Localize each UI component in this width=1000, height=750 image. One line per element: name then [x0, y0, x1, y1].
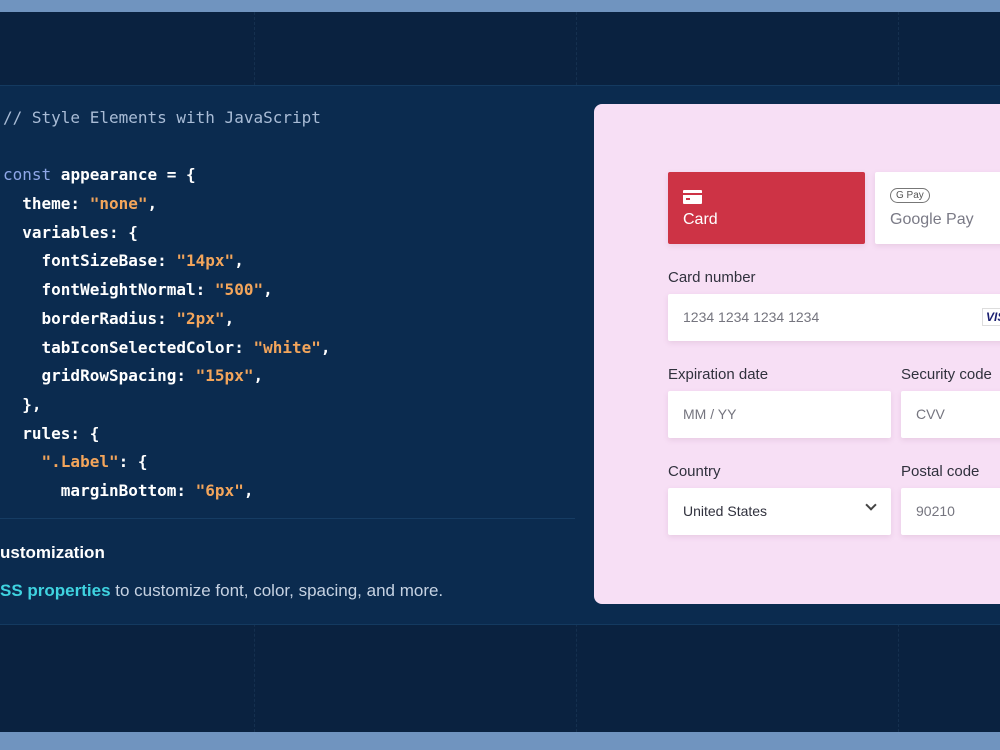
code-token: , [253, 366, 264, 386]
credit-card-icon [683, 190, 702, 204]
code-token: "none" [89, 194, 148, 214]
section-description: SS properties to customize font, color, … [0, 581, 443, 601]
security-code-label: Security code [901, 366, 992, 383]
section-heading: ustomization [0, 543, 105, 562]
code-token: , [320, 337, 331, 357]
expiration-input[interactable]: MM / YY [668, 391, 891, 438]
code-token: gridRowSpacing: [3, 366, 196, 386]
code-token: rules: { [3, 423, 100, 443]
country-select[interactable]: United States [668, 488, 891, 535]
selected-value: United States [683, 503, 768, 519]
code-token: , [224, 308, 235, 328]
code-line: const appearance = { [3, 161, 331, 190]
placeholder: 1234 1234 1234 1234 [683, 309, 820, 325]
tab-google-pay[interactable]: G Pay Google Pay [875, 172, 1000, 244]
tab-card[interactable]: Card [668, 172, 865, 244]
code-token: ".Label" [41, 452, 119, 472]
code-token: const [3, 165, 52, 185]
divider [0, 518, 575, 519]
code-token: , [234, 251, 244, 271]
description-text: to customize font, color, spacing, and m… [110, 581, 444, 600]
code-block: // Style Elements with JavaScript const a… [3, 104, 331, 506]
visa-icon: VISA [981, 308, 1000, 326]
code-line: fontSizeBase: "14px", [3, 247, 331, 276]
code-line: // Style Elements with JavaScript [3, 104, 331, 133]
payment-element: Card G Pay Google Pay Card number 1234 1… [594, 104, 1000, 604]
postal-code-input[interactable]: 90210 [901, 488, 1000, 535]
bottom-band [0, 732, 1000, 750]
code-token: appearance = { [51, 165, 196, 185]
code-token: "6px" [195, 480, 244, 500]
code-token: borderRadius: [3, 308, 177, 328]
code-line: borderRadius: "2px", [3, 305, 331, 334]
code-token: , [243, 480, 254, 500]
code-line: marginBottom: "6px", [3, 477, 331, 506]
code-token: , [147, 194, 158, 214]
code-line: gridRowSpacing: "15px", [3, 362, 331, 391]
code-token: "2px" [176, 308, 225, 328]
code-token: variables: { [3, 222, 138, 242]
top-band [0, 0, 1000, 12]
code-token: fontSizeBase: [3, 251, 177, 271]
card-number-input[interactable]: 1234 1234 1234 1234 VISA [668, 294, 1000, 341]
code-token: tabIconSelectedColor: [3, 337, 254, 357]
code-line: tabIconSelectedColor: "white", [3, 334, 331, 363]
chevron-down-icon [865, 499, 877, 511]
card-number-label: Card number [668, 269, 756, 286]
expiration-label: Expiration date [668, 366, 769, 383]
code-token: marginBottom: [3, 480, 196, 500]
code-token: "14px" [176, 251, 235, 271]
code-token: , [263, 280, 273, 300]
code-line: theme: "none", [3, 190, 331, 219]
security-code-input[interactable]: CVV [901, 391, 1000, 438]
code-token: fontWeightNormal: [3, 280, 215, 300]
code-line: ".Label": { [3, 448, 331, 477]
placeholder: CVV [916, 406, 945, 422]
code-token: "15px" [195, 366, 254, 386]
code-line: }, [3, 391, 331, 420]
code-token: theme: [3, 194, 90, 214]
value: 90210 [916, 503, 955, 519]
placeholder: MM / YY [683, 406, 737, 422]
code-token: "white" [253, 337, 321, 357]
country-label: Country [668, 463, 721, 480]
google-pay-icon: G Pay [890, 188, 930, 203]
postal-code-label: Postal code [901, 463, 980, 480]
code-token: }, [3, 394, 42, 414]
code-token: "500" [214, 280, 264, 300]
tab-label: Card [683, 211, 718, 228]
tab-label: Google Pay [890, 211, 974, 228]
code-line: variables: { [3, 219, 331, 248]
code-line: fontWeightNormal: "500", [3, 276, 331, 305]
code-token: : { [118, 452, 148, 472]
code-token: // Style Elements with JavaScript [3, 108, 321, 127]
css-properties-link[interactable]: SS properties [0, 581, 111, 600]
code-line: rules: { [3, 420, 331, 449]
